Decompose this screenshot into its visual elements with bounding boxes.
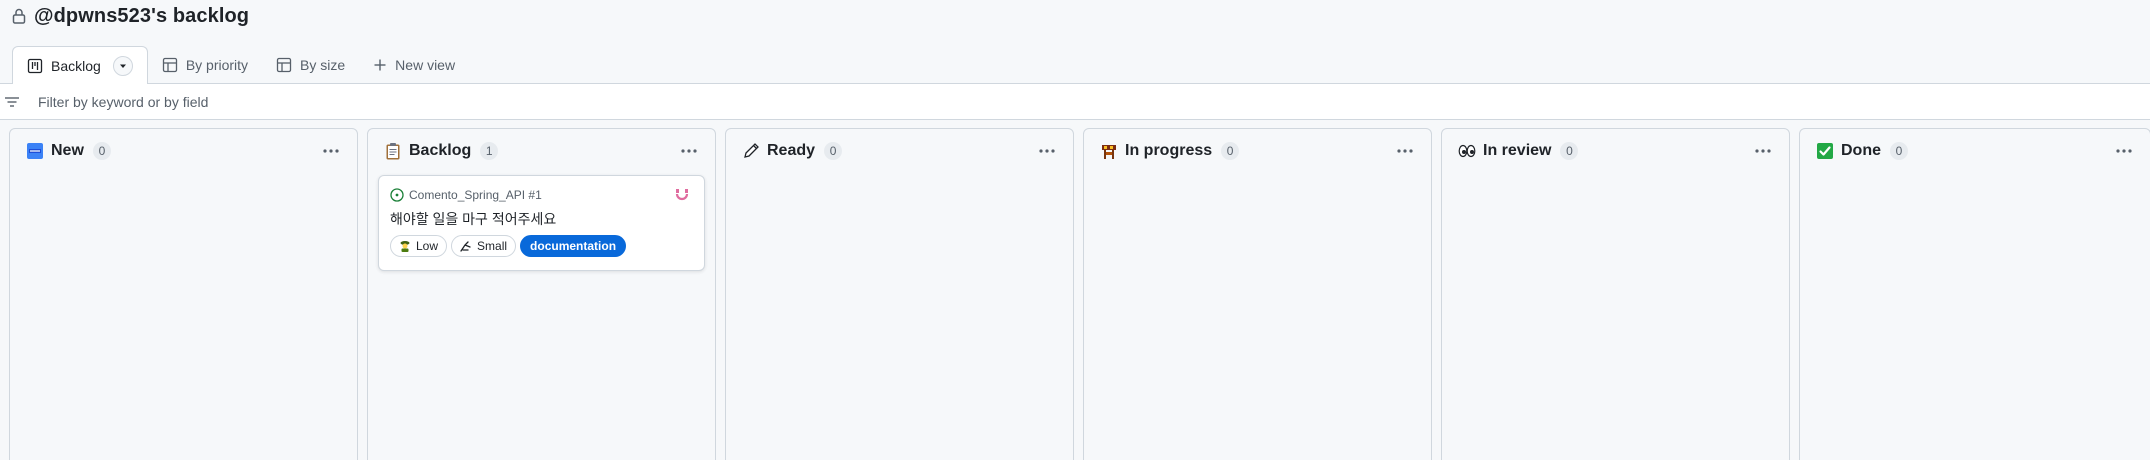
column-count-badge: 0: [1890, 142, 1908, 160]
triangle-down-icon: [119, 64, 126, 68]
column-header: In progress 0: [1084, 129, 1431, 173]
kebab-horizontal-icon: [323, 149, 339, 153]
tab-label: Backlog: [51, 57, 101, 74]
column-count-badge: 0: [1221, 142, 1240, 160]
construction-emoji-icon: [1100, 142, 1118, 160]
tab-by-size[interactable]: By size: [262, 47, 359, 83]
card-title[interactable]: 해야할 일을 마구 적어주세요: [390, 209, 694, 229]
filter-bar: [0, 84, 2150, 120]
column-done: Done 0: [1799, 128, 2150, 460]
table-icon: [162, 57, 177, 73]
size-label: Small: [451, 235, 517, 257]
kebab-horizontal-icon: [1755, 149, 1771, 153]
new-emoji-icon: [26, 142, 44, 160]
column-title: In progress: [1125, 142, 1213, 159]
filter-icon[interactable]: [4, 94, 20, 110]
issue-card[interactable]: Comento_Spring_API #1 해야할 일을 마구 적어주세요 Lo…: [378, 175, 705, 271]
tab-label: By size: [300, 57, 346, 73]
priority-label: Low: [390, 235, 448, 257]
column-header: In review 0: [1442, 129, 1789, 173]
plus-icon: [374, 59, 386, 71]
column-title: Ready: [767, 142, 816, 159]
issue-opened-icon: [390, 188, 404, 202]
column-count-badge: 0: [824, 142, 843, 160]
column-count-badge: 0: [92, 142, 111, 160]
page-title: @dpwns523's backlog: [34, 4, 250, 27]
column-title: In review: [1483, 142, 1552, 159]
column-menu-button[interactable]: [677, 139, 701, 163]
board: New 0 Backlog 1 Comento_Spring_API #1 해야…: [9, 128, 2150, 460]
column-ready: Ready 0: [725, 128, 1074, 460]
column-menu-button[interactable]: [1751, 139, 1775, 163]
card-repo-line: Comento_Spring_API #1: [390, 186, 694, 204]
column-menu-button[interactable]: [1393, 139, 1417, 163]
card-repo: Comento_Spring_API #1: [409, 188, 542, 202]
kebab-horizontal-icon: [681, 149, 697, 153]
tab-label: By priority: [185, 57, 249, 73]
column-title: Backlog: [409, 142, 472, 159]
view-options-button[interactable]: [112, 55, 133, 76]
view-tabs: Backlog By priority By size New view: [0, 46, 2150, 84]
kebab-horizontal-icon: [1039, 149, 1055, 153]
board-icon: [27, 58, 43, 73]
column-title: New: [51, 142, 84, 159]
table-icon: [276, 57, 292, 73]
clipboard-emoji-icon: [384, 142, 402, 160]
tab-backlog[interactable]: Backlog: [12, 46, 148, 84]
column-header: Backlog 1: [368, 129, 715, 173]
pinch-emoji-icon: [460, 241, 471, 252]
filter-input[interactable]: [38, 93, 638, 110]
tab-label: New view: [395, 57, 456, 73]
column-backlog: Backlog 1 Comento_Spring_API #1 해야할 일을 마…: [367, 128, 716, 460]
kebab-horizontal-icon: [2116, 149, 2132, 153]
column-header: Ready 0: [726, 129, 1073, 173]
project-header: @dpwns523's backlog: [0, 0, 2150, 32]
column-in-review: In review 0: [1441, 128, 1790, 460]
column-menu-button[interactable]: [319, 139, 343, 163]
kebab-horizontal-icon: [1397, 149, 1413, 153]
column-title: Done: [1841, 142, 1881, 159]
column-header: Done 0: [1800, 129, 2150, 173]
column-count-badge: 0: [1560, 142, 1579, 160]
column-count-badge: 1: [480, 142, 499, 160]
tab-by-priority[interactable]: By priority: [148, 47, 262, 83]
check-emoji-icon: [1816, 142, 1834, 160]
new-view-button[interactable]: New view: [359, 47, 469, 83]
avatar[interactable]: [672, 186, 692, 206]
column-menu-button[interactable]: [2112, 139, 2136, 163]
card-labels: Low Small documentation: [390, 235, 694, 257]
column-header: New 0: [10, 129, 357, 173]
column-in-progress: In progress 0: [1083, 128, 1432, 460]
pencil-emoji-icon: [742, 142, 760, 160]
documentation-label: documentation: [520, 235, 627, 257]
eyes-emoji-icon: [1458, 142, 1476, 160]
column-menu-button[interactable]: [1035, 139, 1059, 163]
pawn-emoji-icon: [400, 241, 410, 252]
column-new: New 0: [9, 128, 358, 460]
lock-icon: [12, 8, 26, 24]
